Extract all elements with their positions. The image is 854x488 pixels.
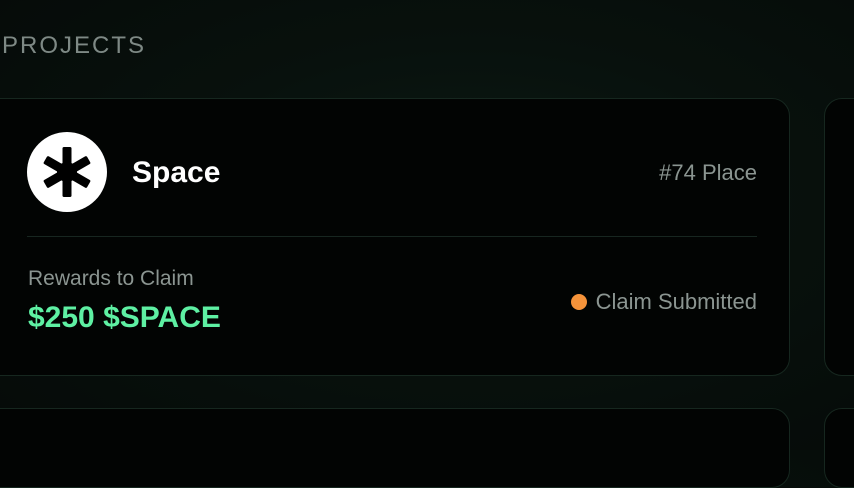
project-card-partial[interactable] — [0, 408, 790, 488]
project-card-partial[interactable] — [824, 408, 854, 488]
place-rank: #74 Place — [659, 160, 757, 185]
rewards-label: Rewards to Claim — [28, 267, 194, 290]
rewards-value: $250 $SPACE — [28, 301, 221, 334]
project-name[interactable]: Space — [132, 154, 220, 192]
card-divider — [27, 236, 757, 237]
project-logo — [27, 132, 107, 212]
status-text: Claim Submitted — [595, 289, 757, 314]
status-dot-icon — [570, 294, 587, 310]
asterisk-burst-icon — [43, 147, 91, 197]
project-card-partial[interactable] — [824, 98, 854, 376]
claim-status: Claim Submitted — [570, 288, 757, 316]
section-title: PROJECTS — [2, 32, 147, 59]
